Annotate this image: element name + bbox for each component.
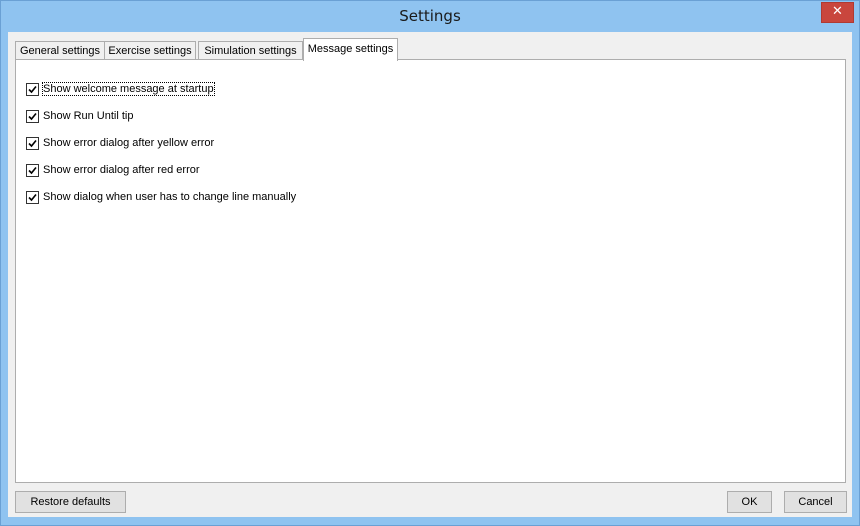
- tab-label: Exercise settings: [108, 45, 192, 57]
- tab-label: General settings: [19, 45, 101, 57]
- tab-message-settings[interactable]: Message settings: [303, 38, 398, 61]
- option-show-run-until-tip[interactable]: Show Run Until tip: [26, 108, 134, 124]
- tab-simulation-settings[interactable]: Simulation settings: [198, 41, 303, 60]
- message-settings-panel: Show welcome message at startup Show Run…: [15, 59, 846, 483]
- settings-window: Settings ✕ General settings Exercise set…: [0, 0, 860, 526]
- close-icon: ✕: [832, 4, 843, 19]
- checkbox[interactable]: [26, 82, 39, 96]
- check-icon: [28, 193, 37, 201]
- checkbox[interactable]: [26, 136, 39, 150]
- check-icon: [28, 112, 37, 120]
- tab-label: Message settings: [307, 43, 394, 55]
- cancel-button[interactable]: Cancel: [784, 491, 847, 513]
- restore-defaults-button[interactable]: Restore defaults: [15, 491, 126, 513]
- option-label: Show Run Until tip: [43, 110, 134, 122]
- option-label: Show error dialog after yellow error: [43, 137, 215, 149]
- option-label: Show error dialog after red error: [43, 164, 200, 176]
- option-error-dialog-yellow[interactable]: Show error dialog after yellow error: [26, 135, 214, 151]
- option-label: Show welcome message at startup: [42, 82, 215, 96]
- checkbox[interactable]: [26, 163, 39, 177]
- window-title: Settings: [399, 7, 461, 25]
- checkbox[interactable]: [26, 109, 39, 123]
- tab-exercise-settings[interactable]: Exercise settings: [104, 41, 196, 60]
- check-icon: [28, 139, 37, 147]
- tab-general-settings[interactable]: General settings: [15, 41, 105, 60]
- title-bar[interactable]: Settings ✕: [1, 1, 859, 32]
- dialog-client: General settings Exercise settings Simul…: [8, 32, 852, 517]
- check-icon: [28, 85, 37, 93]
- option-change-line-manually[interactable]: Show dialog when user has to change line…: [26, 189, 296, 205]
- close-button[interactable]: ✕: [821, 2, 854, 23]
- option-show-welcome-message[interactable]: Show welcome message at startup: [26, 81, 215, 97]
- tab-label: Simulation settings: [204, 45, 297, 57]
- ok-button[interactable]: OK: [727, 491, 772, 513]
- option-error-dialog-red[interactable]: Show error dialog after red error: [26, 162, 200, 178]
- checkbox[interactable]: [26, 190, 39, 204]
- check-icon: [28, 166, 37, 174]
- option-label: Show dialog when user has to change line…: [43, 191, 297, 203]
